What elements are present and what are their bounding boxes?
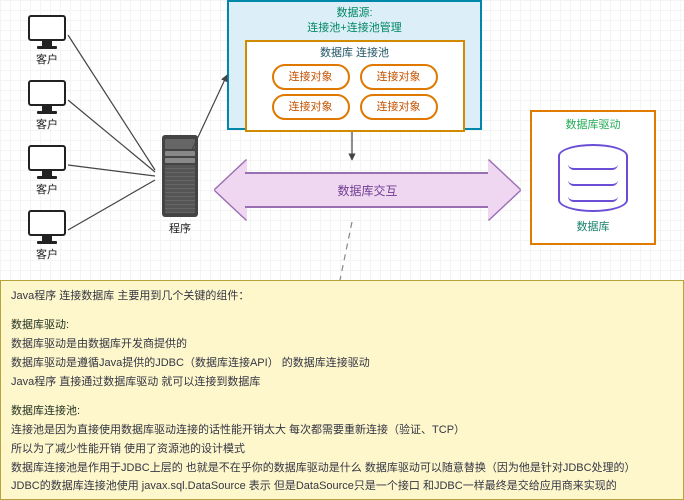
note-intro: Java程序 连接数据库 主要用到几个关键的组件： [11, 289, 673, 305]
note-line: 数据库连接池是作用于JDBC上层的 也就是不在乎你的数据库驱动是什么 数据库驱动… [11, 461, 673, 477]
datasource-title-line2: 连接池+连接池管理 [307, 22, 401, 34]
client-label: 客户 [25, 51, 69, 67]
client-1: 客户 [25, 15, 69, 67]
client-label: 客户 [25, 181, 69, 197]
database-label: 数据库 [536, 218, 650, 234]
explanation-note: Java程序 连接数据库 主要用到几个关键的组件： 数据库驱动: 数据库驱动是由… [0, 280, 684, 500]
datasource-box: 数据源: 连接池+连接池管理 数据库 连接池 连接对象 连接对象 连接对象 连接… [227, 0, 482, 130]
monitor-icon [28, 210, 66, 236]
client-label: 客户 [25, 246, 69, 262]
datasource-title: 数据源: 连接池+连接池管理 [237, 6, 472, 36]
client-label: 客户 [25, 116, 69, 132]
note-line: JDBC的数据库连接池使用 javax.sql.DataSource 表示 但是… [11, 479, 673, 495]
server-label: 程序 [155, 220, 205, 236]
connection-object: 连接对象 [360, 64, 438, 90]
note-line: 数据库驱动是由数据库开发商提供的 [11, 337, 673, 353]
pool-title: 数据库 连接池 [253, 44, 457, 60]
diagram-stage: 客户 客户 客户 客户 程序 数据源: 连接池+连接池管理 数据库 连接池 [0, 0, 684, 500]
note-driver-heading: 数据库驱动: [11, 318, 673, 334]
note-line: 连接池是因为直接使用数据库驱动连接的话性能开销太大 每次都需要重新连接（验证、T… [11, 423, 673, 439]
note-line: 所以为了减少性能开销 使用了资源池的设计模式 [11, 442, 673, 458]
client-4: 客户 [25, 210, 69, 262]
connection-pool-box: 数据库 连接池 连接对象 连接对象 连接对象 连接对象 [245, 40, 465, 132]
client-3: 客户 [25, 145, 69, 197]
monitor-icon [28, 80, 66, 106]
monitor-icon [28, 15, 66, 41]
connection-object: 连接对象 [272, 64, 350, 90]
server-icon [162, 135, 198, 217]
client-2: 客户 [25, 80, 69, 132]
connection-object: 连接对象 [272, 94, 350, 120]
db-interaction-label: 数据库交互 [337, 182, 397, 199]
note-pool-heading: 数据库连接池: [11, 404, 673, 420]
server: 程序 [155, 135, 205, 236]
note-line: Java程序 直接通过数据库驱动 就可以连接到数据库 [11, 375, 673, 391]
note-line: 数据库驱动是遵循Java提供的JDBC（数据库连接API） 的数据库连接驱动 [11, 356, 673, 372]
monitor-icon [28, 145, 66, 171]
connection-object: 连接对象 [360, 94, 438, 120]
db-interaction-arrow: 数据库交互 [215, 160, 520, 220]
datasource-title-line1: 数据源: [336, 7, 372, 19]
database-driver-box: 数据库驱动 数据库 [530, 110, 656, 245]
driver-title: 数据库驱动 [536, 116, 650, 132]
database-icon [558, 144, 628, 212]
